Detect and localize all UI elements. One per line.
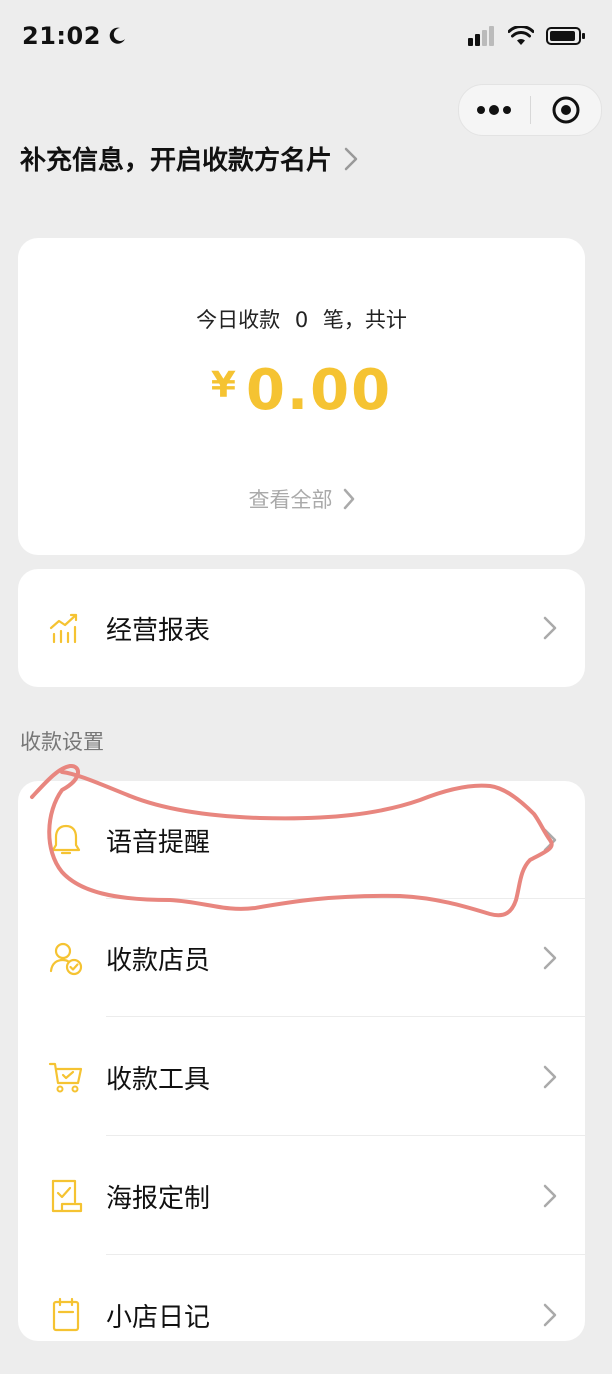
view-all-label: 查看全部 <box>248 488 333 512</box>
poster-icon <box>51 1179 83 1213</box>
settings-item-label: 海报定制 <box>106 1183 211 1214</box>
chevron-right-icon <box>343 488 354 510</box>
settings-item-label: 收款工具 <box>106 1064 211 1095</box>
view-all-link[interactable]: 查看全部 <box>18 484 585 514</box>
notebook-icon <box>52 1297 80 1332</box>
settings-item-tools[interactable]: 收款工具 <box>18 1018 585 1136</box>
settings-item-label: 语音提醒 <box>106 827 211 858</box>
today-summary: 今日收款 0 笔，共计 <box>18 304 585 334</box>
more-dots-icon <box>477 105 512 115</box>
status-time: 21:02 <box>22 22 127 50</box>
settings-item-poster[interactable]: 海报定制 <box>18 1137 585 1255</box>
chevron-right-icon <box>543 946 557 970</box>
summary-prefix: 今日收款 <box>196 308 281 332</box>
chevron-right-icon <box>543 616 557 640</box>
amount-value: 0.00 <box>245 358 393 423</box>
status-time-text: 21:02 <box>22 22 101 50</box>
moon-icon <box>109 27 125 44</box>
profile-link[interactable]: 补充信息，开启收款方名片 <box>20 140 358 177</box>
cart-icon <box>48 1062 83 1093</box>
currency-symbol: ¥ <box>210 365 236 406</box>
chevron-right-icon <box>344 147 358 170</box>
bell-icon <box>51 824 81 855</box>
chevron-right-icon <box>543 828 557 852</box>
settings-item-voice-reminder[interactable]: 语音提醒 <box>18 781 585 899</box>
summary-suffix: 笔，共计 <box>322 308 407 332</box>
chevron-right-icon <box>543 1184 557 1208</box>
chevron-right-icon <box>543 1303 557 1327</box>
summary-count: 0 <box>294 308 309 332</box>
battery-icon <box>546 27 585 45</box>
settings-item-diary[interactable]: 小店日记 <box>18 1256 585 1374</box>
section-label: 收款设置 <box>20 730 104 754</box>
report-row[interactable]: 经营报表 <box>18 569 585 687</box>
page-title: 补充信息，开启收款方名片 <box>20 146 333 176</box>
signal-icon <box>468 26 494 46</box>
bar-chart-icon <box>49 613 78 644</box>
settings-item-label: 收款店员 <box>106 945 211 976</box>
status-indicators <box>468 26 586 46</box>
settings-item-staff[interactable]: 收款店员 <box>18 899 585 1017</box>
row-divider <box>106 1135 585 1136</box>
settings-item-label: 小店日记 <box>106 1302 211 1333</box>
capsule-menu <box>458 84 602 136</box>
more-button[interactable] <box>459 85 530 135</box>
close-button[interactable] <box>531 85 602 135</box>
settings-card: 语音提醒 收款店员 收款工具 海报定制 小店日记 <box>18 781 585 1341</box>
amount-display: ¥0.00 <box>18 358 585 423</box>
report-label: 经营报表 <box>106 615 211 646</box>
target-icon <box>552 96 580 124</box>
wifi-icon <box>508 26 534 45</box>
row-divider <box>106 1254 585 1255</box>
report-card[interactable]: 经营报表 <box>18 569 585 687</box>
chevron-right-icon <box>543 1065 557 1089</box>
staff-icon <box>49 942 83 976</box>
row-divider <box>106 1016 585 1017</box>
summary-card: 今日收款 0 笔，共计 ¥0.00 查看全部 <box>18 238 585 555</box>
